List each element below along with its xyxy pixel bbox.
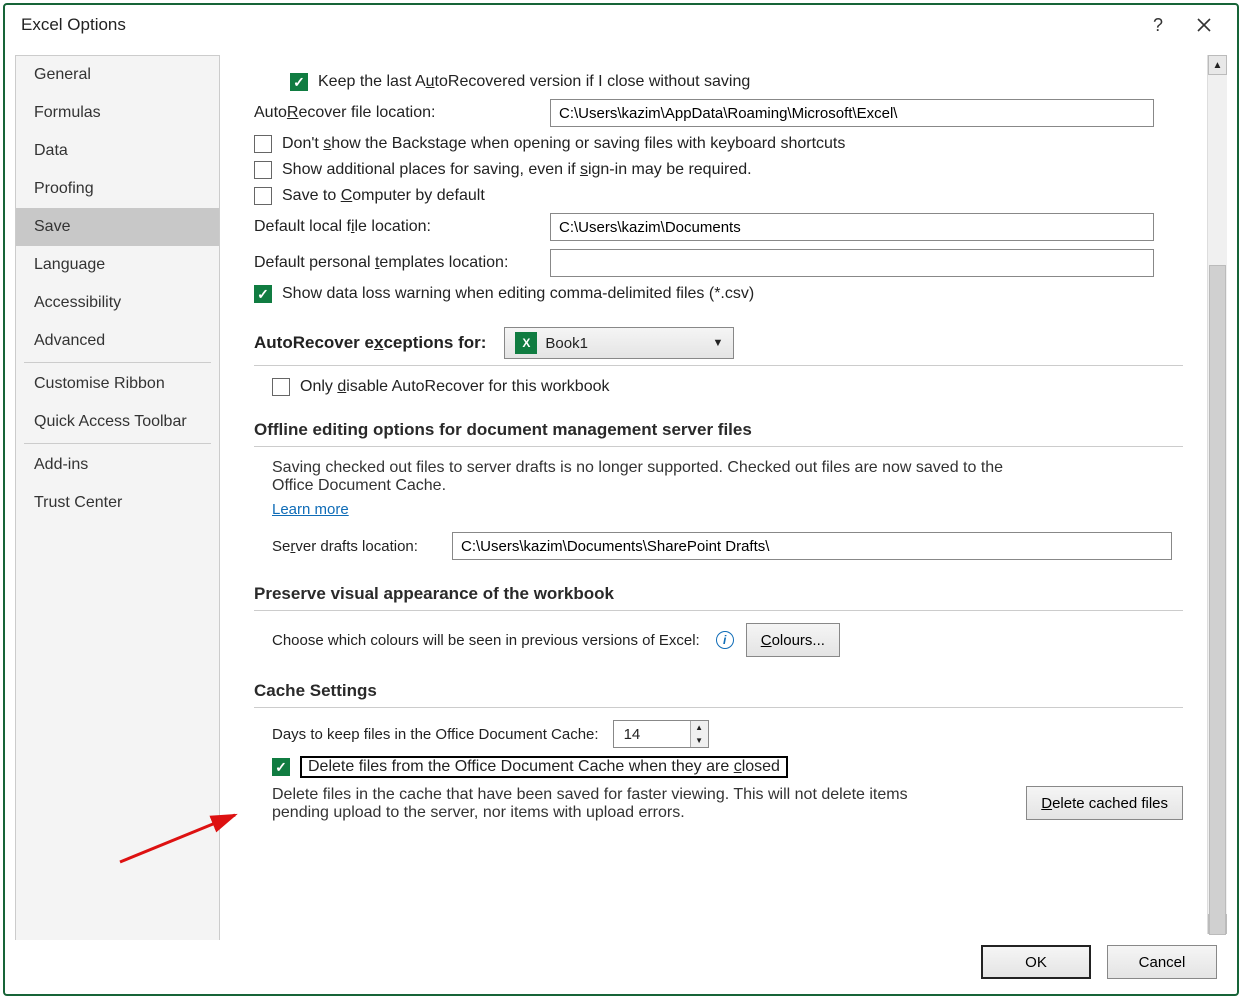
content-pane: ✓ Keep the last AutoRecovered version if…	[226, 55, 1207, 934]
delete-on-close-label[interactable]: Delete files from the Office Document Ca…	[300, 756, 788, 778]
scrollbar[interactable]: ▲ ▼	[1207, 55, 1227, 934]
dont-show-backstage-label[interactable]: Don't show the Backstage when opening or…	[282, 135, 845, 153]
excel-options-dialog: Excel Options ? General Formulas Data Pr…	[3, 3, 1239, 996]
learn-more-link[interactable]: Learn more	[272, 501, 349, 518]
sidebar-separator	[24, 443, 211, 444]
default-local-location-label: Default local file location:	[254, 218, 550, 236]
info-icon[interactable]: i	[716, 631, 734, 649]
scroll-track[interactable]	[1208, 75, 1227, 914]
section-divider	[254, 365, 1183, 366]
workbook-dropdown[interactable]: X Book1 ▼	[504, 327, 734, 359]
scroll-up-button[interactable]: ▲	[1208, 55, 1227, 75]
cache-days-row: Days to keep files in the Office Documen…	[254, 720, 1183, 748]
sidebar-separator	[24, 362, 211, 363]
only-disable-row: Only disable AutoRecover for this workbo…	[254, 378, 1183, 396]
autorecover-exceptions-label: AutoRecover exceptions for:	[254, 333, 486, 353]
ok-button[interactable]: OK	[981, 945, 1091, 979]
colours-desc: Choose which colours will be seen in pre…	[272, 632, 700, 649]
offline-block: Saving checked out files to server draft…	[254, 459, 1183, 560]
close-button[interactable]	[1181, 11, 1227, 39]
help-button[interactable]: ?	[1135, 11, 1181, 39]
cache-days-value: 14	[624, 726, 641, 743]
keep-autorecover-label[interactable]: Keep the last AutoRecovered version if I…	[318, 73, 750, 91]
autorecover-exceptions-row: AutoRecover exceptions for: X Book1 ▼	[254, 327, 1183, 359]
section-divider	[254, 446, 1183, 447]
dont-show-backstage-checkbox[interactable]	[254, 135, 272, 153]
dialog-body: General Formulas Data Proofing Save Lang…	[5, 45, 1237, 940]
cache-heading: Cache Settings	[254, 681, 1183, 701]
colours-button[interactable]: Colours...	[746, 623, 840, 657]
keep-autorecover-row: ✓ Keep the last AutoRecovered version if…	[290, 73, 1183, 91]
delete-on-close-checkbox[interactable]: ✓	[272, 758, 290, 776]
close-icon	[1197, 18, 1211, 32]
section-divider	[254, 707, 1183, 708]
content-wrap: ✓ Keep the last AutoRecovered version if…	[226, 55, 1227, 934]
default-templates-row: Default personal templates location:	[254, 249, 1183, 277]
delete-on-close-row: ✓ Delete files from the Office Document …	[254, 756, 1183, 778]
show-additional-places-row: Show additional places for saving, even …	[254, 161, 1183, 179]
sidebar-item-proofing[interactable]: Proofing	[16, 170, 219, 208]
cache-days-label: Days to keep files in the Office Documen…	[272, 726, 599, 743]
sidebar-item-customise-ribbon[interactable]: Customise Ribbon	[16, 365, 219, 403]
only-disable-label[interactable]: Only disable AutoRecover for this workbo…	[300, 378, 610, 396]
sidebar-item-quick-access[interactable]: Quick Access Toolbar	[16, 403, 219, 441]
default-local-location-row: Default local file location:	[254, 213, 1183, 241]
autorecover-location-label: AutoRecover file location:	[254, 104, 550, 122]
save-computer-default-row: Save to Computer by default	[254, 187, 1183, 205]
sidebar-item-save[interactable]: Save	[16, 208, 219, 246]
save-computer-default-label[interactable]: Save to Computer by default	[282, 187, 485, 205]
default-templates-label: Default personal templates location:	[254, 254, 550, 272]
show-additional-places-label[interactable]: Show additional places for saving, even …	[282, 161, 752, 179]
autorecover-location-input[interactable]	[550, 99, 1154, 127]
sidebar-item-data[interactable]: Data	[16, 132, 219, 170]
cache-days-spinner[interactable]: 14 ▲ ▼	[613, 720, 709, 748]
delete-cached-files-button[interactable]: Delete cached files	[1026, 786, 1183, 820]
cancel-button[interactable]: Cancel	[1107, 945, 1217, 979]
colours-row: Choose which colours will be seen in pre…	[254, 623, 1183, 657]
autorecover-location-row: AutoRecover file location:	[254, 99, 1183, 127]
server-drafts-row: Server drafts location:	[272, 532, 1183, 560]
save-computer-default-checkbox[interactable]	[254, 187, 272, 205]
default-local-location-input[interactable]	[550, 213, 1154, 241]
sidebar-item-addins[interactable]: Add-ins	[16, 446, 219, 484]
dialog-footer: OK Cancel	[5, 940, 1237, 994]
csv-warning-row: ✓ Show data loss warning when editing co…	[254, 285, 1183, 303]
sidebar-item-general[interactable]: General	[16, 56, 219, 94]
csv-warning-checkbox[interactable]: ✓	[254, 285, 272, 303]
offline-desc: Saving checked out files to server draft…	[272, 459, 1012, 495]
spinner-down-icon[interactable]: ▼	[691, 734, 708, 747]
sidebar-item-language[interactable]: Language	[16, 246, 219, 284]
dont-show-backstage-row: Don't show the Backstage when opening or…	[254, 135, 1183, 153]
offline-heading: Offline editing options for document man…	[254, 420, 1183, 440]
scroll-thumb[interactable]	[1209, 265, 1226, 935]
titlebar: Excel Options ?	[5, 5, 1237, 45]
preserve-heading: Preserve visual appearance of the workbo…	[254, 584, 1183, 604]
spinner-up-icon[interactable]: ▲	[691, 721, 708, 734]
keep-autorecover-checkbox[interactable]: ✓	[290, 73, 308, 91]
dialog-title: Excel Options	[21, 15, 1135, 35]
spinner-buttons[interactable]: ▲ ▼	[690, 721, 708, 747]
sidebar: General Formulas Data Proofing Save Lang…	[15, 55, 220, 940]
delete-cache-desc: Delete files in the cache that have been…	[272, 786, 962, 822]
server-drafts-label: Server drafts location:	[272, 538, 452, 555]
sidebar-item-advanced[interactable]: Advanced	[16, 322, 219, 360]
server-drafts-input[interactable]	[452, 532, 1172, 560]
workbook-name: Book1	[545, 335, 588, 352]
default-templates-input[interactable]	[550, 249, 1154, 277]
sidebar-item-trust-center[interactable]: Trust Center	[16, 484, 219, 522]
sidebar-item-formulas[interactable]: Formulas	[16, 94, 219, 132]
show-additional-places-checkbox[interactable]	[254, 161, 272, 179]
only-disable-checkbox[interactable]	[272, 378, 290, 396]
delete-cache-row: Delete files in the cache that have been…	[254, 786, 1183, 822]
section-divider	[254, 610, 1183, 611]
csv-warning-label[interactable]: Show data loss warning when editing comm…	[282, 285, 754, 303]
sidebar-item-accessibility[interactable]: Accessibility	[16, 284, 219, 322]
chevron-down-icon: ▼	[713, 337, 724, 349]
excel-icon: X	[515, 332, 537, 354]
